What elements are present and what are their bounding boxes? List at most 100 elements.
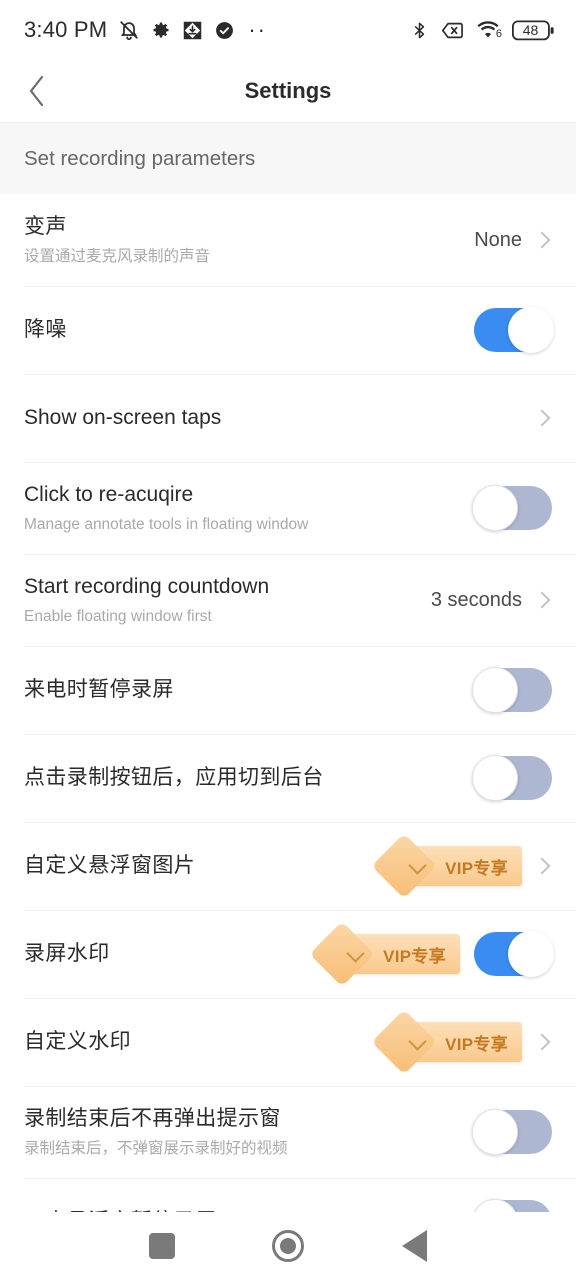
section-header: Set recording parameters xyxy=(0,122,576,194)
chevron-right-icon[interactable] xyxy=(533,857,551,875)
section-header-label: Set recording parameters xyxy=(24,146,256,170)
toggle-switch[interactable] xyxy=(472,755,552,801)
status-time: 3:40 PM xyxy=(24,17,108,42)
toggle-knob xyxy=(472,755,518,801)
check-circle-icon xyxy=(214,20,235,41)
settings-row-text: 自定义悬浮窗图片 xyxy=(24,852,401,879)
toggle-knob xyxy=(472,1109,518,1155)
vip-badge[interactable]: VIP专享 xyxy=(401,1022,522,1062)
settings-row-control xyxy=(472,667,552,713)
settings-row-text: 自定义水印 xyxy=(24,1028,401,1055)
sim-card-disabled-icon xyxy=(441,20,464,41)
wifi-generation-label: 6 xyxy=(495,28,502,40)
gear-icon xyxy=(151,20,171,40)
wifi-6-icon: 6 xyxy=(476,20,502,40)
settings-row-control xyxy=(472,485,552,531)
settings-row-subtitle: Manage annotate tools in floating window xyxy=(24,516,309,534)
settings-row-text: 变声设置通过麦克风录制的声音 xyxy=(24,213,474,267)
chevron-right-icon[interactable] xyxy=(533,231,551,249)
status-bar: 3:40 PM ·· 6 48 xyxy=(0,0,576,60)
chevron-right-icon[interactable] xyxy=(533,591,551,609)
settings-row-title: 变声 xyxy=(24,214,67,238)
toggle-switch[interactable] xyxy=(474,931,554,977)
settings-row-title: 降噪 xyxy=(24,318,67,342)
system-navigation-bar xyxy=(0,1212,576,1280)
settings-row-text: 来电时暂停录屏 xyxy=(24,676,474,703)
vip-badge[interactable]: VIP专享 xyxy=(339,934,460,974)
settings-row-subtitle: 录制结束后，不弹窗展示录制好的视频 xyxy=(24,1140,288,1158)
battery-level-label: 48 xyxy=(522,22,539,38)
settings-row-value: 3 seconds xyxy=(430,588,522,611)
settings-row-title: Show on-screen taps xyxy=(24,406,222,430)
toggle-knob xyxy=(472,485,518,531)
phone-screen: 3:40 PM ·· 6 48 Settings Set recording p… xyxy=(0,0,576,1280)
settings-row-control xyxy=(472,755,552,801)
settings-row-control xyxy=(533,409,552,427)
status-overflow-dots: ·· xyxy=(248,17,267,42)
settings-row-title: 来电时暂停录屏 xyxy=(24,678,174,702)
app-bar: Settings xyxy=(0,60,576,122)
settings-row[interactable]: 来电时暂停录屏 xyxy=(0,646,576,734)
settings-row-control xyxy=(474,307,554,353)
settings-row-text: Show on-screen taps xyxy=(24,404,536,431)
settings-row[interactable]: 自定义悬浮窗图片 VIP专享 xyxy=(0,822,576,910)
settings-row-title: Click to re-acuqire xyxy=(24,482,194,506)
settings-row-text: 录屏水印 xyxy=(24,940,339,967)
settings-row-value: None xyxy=(474,228,522,251)
settings-row[interactable]: Click to re-acuqire Manage annotate tools… xyxy=(0,462,576,554)
settings-row-text: Click to re-acuqire Manage annotate tools… xyxy=(24,481,474,535)
settings-row-control: 3 seconds xyxy=(431,589,552,612)
settings-row-control: VIP专享 xyxy=(401,1022,552,1062)
bluetooth-icon xyxy=(410,21,429,40)
settings-scroll-area[interactable]: 变声 设置通过麦克风录制的声音 None 降噪 Show on-screen taps C… xyxy=(0,194,576,1280)
toggle-knob xyxy=(472,667,518,713)
settings-row-text: 点击录制按钮后，应用切到后台 xyxy=(24,764,474,791)
settings-row[interactable]: 点击录制按钮后，应用切到后台 xyxy=(0,734,576,822)
vip-badge-label: VIP专享 xyxy=(445,1034,508,1054)
settings-row[interactable]: 录制结束后不再弹出提示窗录制结束后，不弹窗展示录制好的视频 xyxy=(0,1086,576,1178)
settings-row-control: VIP专享 xyxy=(339,931,554,977)
toggle-knob xyxy=(508,931,554,977)
settings-list: 变声 设置通过麦克风录制的声音 None 降噪 Show on-screen taps C… xyxy=(0,194,576,1266)
chevron-left-icon xyxy=(29,75,44,107)
vip-crown-chevron-icon xyxy=(408,856,427,875)
settings-row[interactable]: Show on-screen taps xyxy=(0,374,576,462)
vip-badge-label: VIP专享 xyxy=(383,946,446,966)
settings-row-text: 降噪 xyxy=(24,316,474,343)
toggle-switch[interactable] xyxy=(472,667,552,713)
battery-icon: 48 xyxy=(512,19,556,42)
settings-row-title: Start recording countdown xyxy=(24,574,270,598)
settings-row-title: 自定义水印 xyxy=(24,1030,131,1054)
toggle-switch[interactable] xyxy=(474,307,554,353)
settings-row[interactable]: 变声 设置通过麦克风录制的声音 None xyxy=(0,194,576,286)
back-triangle-icon[interactable] xyxy=(402,1230,428,1262)
settings-row-subtitle: Enable floating window first xyxy=(24,608,212,626)
toggle-knob xyxy=(508,307,554,353)
settings-row[interactable]: Start recording countdown Enable floating… xyxy=(0,554,576,646)
status-bar-left: 3:40 PM ·· xyxy=(24,17,267,43)
vip-badge[interactable]: VIP专享 xyxy=(401,846,522,886)
recents-square-icon[interactable] xyxy=(148,1233,175,1259)
settings-row-text: Start recording countdown Enable floating… xyxy=(24,573,431,627)
home-circle-icon[interactable] xyxy=(272,1230,305,1262)
settings-row-control xyxy=(472,1109,552,1155)
back-button[interactable] xyxy=(6,60,68,122)
settings-row-control: VIP专享 xyxy=(401,846,552,886)
settings-row-title: 自定义悬浮窗图片 xyxy=(24,854,196,878)
settings-row-title: 录制结束后不再弹出提示窗 xyxy=(24,1106,281,1130)
mute-bell-icon xyxy=(118,19,140,41)
settings-row[interactable]: 自定义水印 VIP专享 xyxy=(0,998,576,1086)
vip-crown-chevron-icon xyxy=(346,944,365,963)
settings-row-subtitle: 设置通过麦克风录制的声音 xyxy=(24,248,211,266)
page-title: Settings xyxy=(244,78,332,103)
settings-row[interactable]: 降噪 xyxy=(0,286,576,374)
toggle-switch[interactable] xyxy=(472,485,552,531)
download-diamond-icon xyxy=(182,20,203,41)
settings-row-title: 点击录制按钮后，应用切到后台 xyxy=(24,766,324,790)
status-bar-right: 6 48 xyxy=(410,19,556,42)
chevron-right-icon[interactable] xyxy=(533,409,551,427)
toggle-switch[interactable] xyxy=(472,1109,552,1155)
chevron-right-icon[interactable] xyxy=(533,1033,551,1051)
settings-row[interactable]: 录屏水印 VIP专享 xyxy=(0,910,576,998)
settings-row-control: None xyxy=(474,229,552,252)
